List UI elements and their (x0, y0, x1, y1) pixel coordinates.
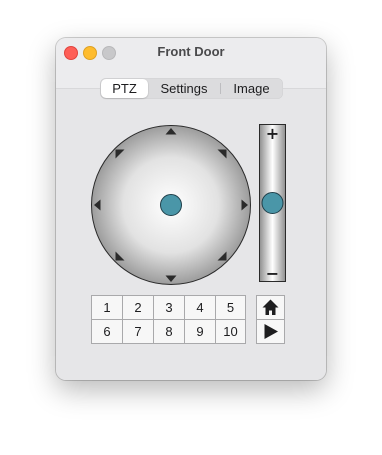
tab-image[interactable]: Image (221, 79, 282, 98)
preset-button-5[interactable]: 5 (216, 296, 245, 319)
tab-ptz[interactable]: PTZ (101, 79, 148, 98)
preset-button-9[interactable]: 9 (185, 320, 215, 343)
preset-button-6[interactable]: 6 (92, 320, 122, 343)
preset-button-8[interactable]: 8 (154, 320, 184, 343)
preset-button-1[interactable]: 1 (92, 296, 122, 319)
zoom-slider[interactable]: + − (259, 124, 286, 282)
preset-button-4[interactable]: 4 (185, 296, 215, 319)
window-title: Front Door (157, 44, 225, 59)
preset-button-10[interactable]: 10 (216, 320, 245, 343)
play-icon (264, 324, 278, 339)
pan-tilt-knob[interactable] (160, 194, 182, 216)
preset-button-7[interactable]: 7 (123, 320, 153, 343)
ptz-window: Front Door PTZ Settings Image + − 1 2 3 … (56, 38, 326, 380)
preset-button-3[interactable]: 3 (154, 296, 184, 319)
preset-grid: 1 2 3 4 5 6 7 8 9 10 (91, 295, 246, 344)
tab-settings[interactable]: Settings (149, 79, 219, 98)
zoom-in-button[interactable]: + (266, 124, 279, 143)
pan-tilt-joystick[interactable] (90, 124, 252, 286)
zoom-knob[interactable] (261, 192, 284, 214)
home-icon (262, 299, 279, 315)
tab-bar: PTZ Settings Image (100, 78, 283, 99)
play-button[interactable] (256, 319, 285, 344)
preset-button-2[interactable]: 2 (123, 296, 153, 319)
zoom-out-button[interactable]: − (266, 264, 279, 282)
home-button[interactable] (256, 295, 285, 320)
